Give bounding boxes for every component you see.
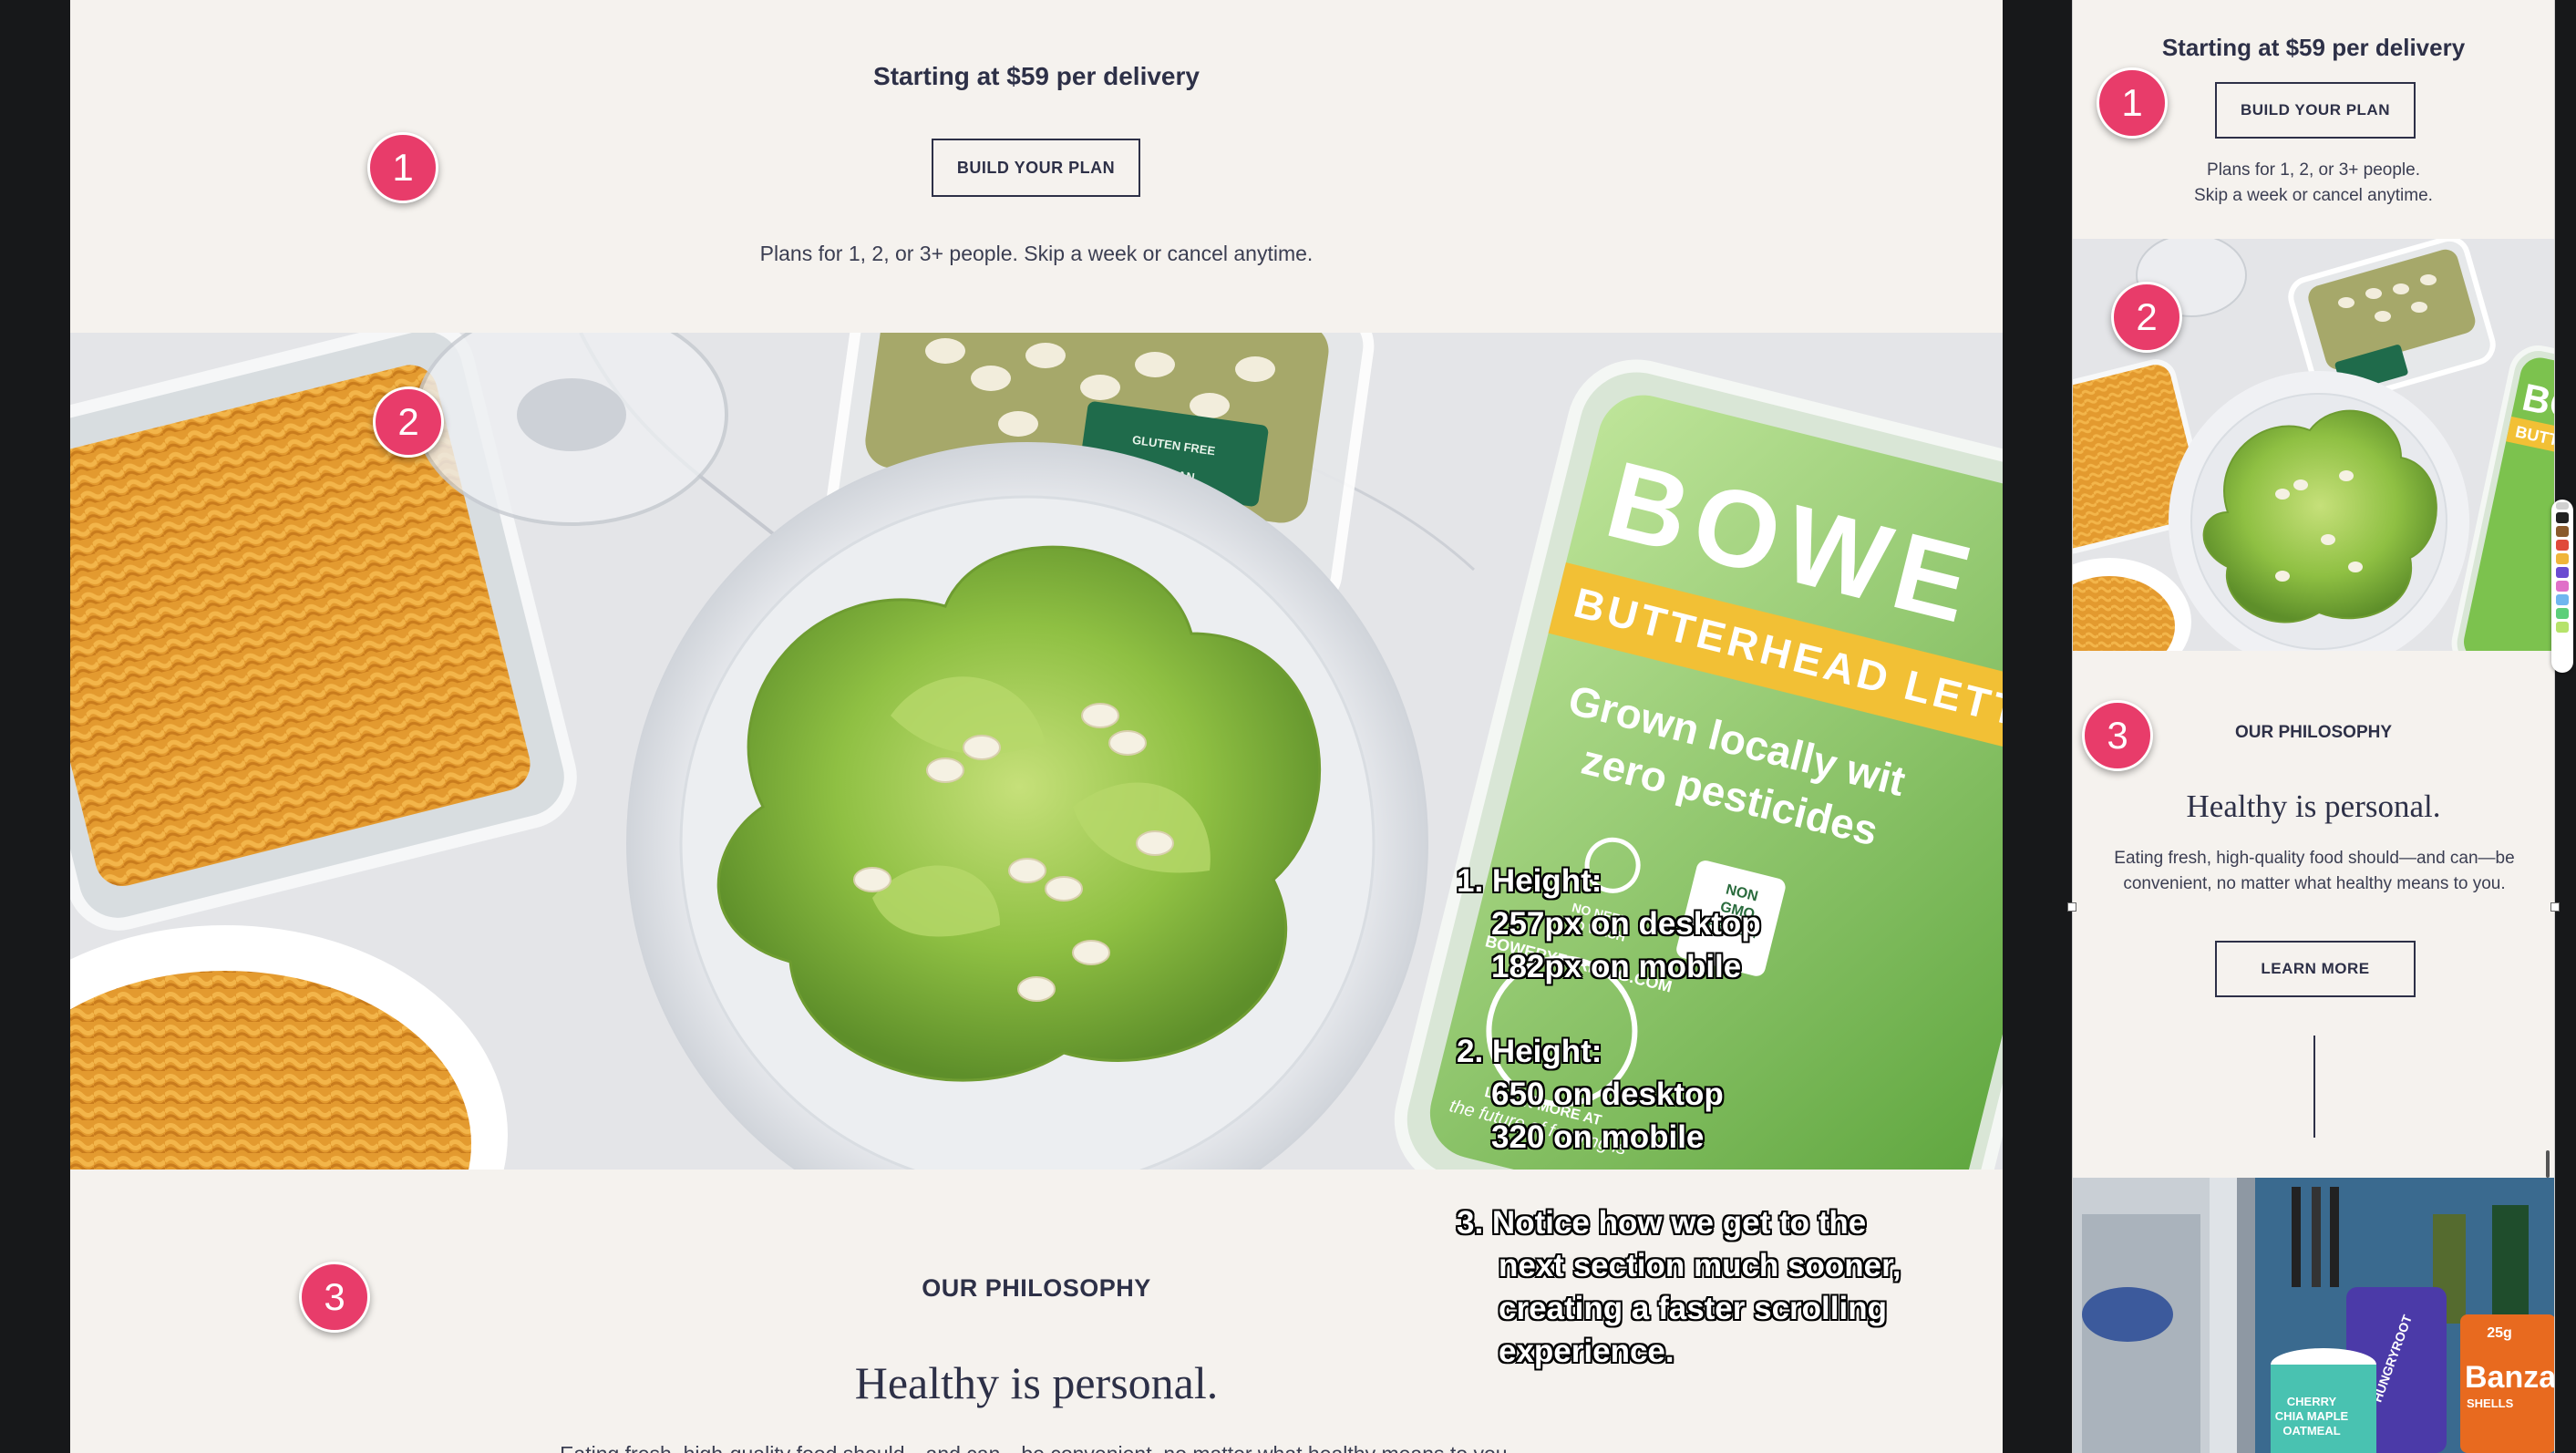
philosophy-body: Eating fresh, high-quality food should—a… (70, 1442, 2003, 1453)
mobile-photo-banza: Banza (2465, 1360, 2555, 1395)
mobile-plans-subtext: Plans for 1, 2, or 3+ people. Skip a wee… (2073, 158, 2554, 209)
mobile-photo-banza-sub: SHELLS (2467, 1396, 2514, 1410)
note-2-desktop: 650 on desktop (1491, 1077, 1724, 1112)
mobile-philosophy-headline: Healthy is personal. (2186, 788, 2441, 824)
price-heading: Starting at $59 per delivery (873, 62, 1200, 90)
note-1-mobile: 182px on mobile (1491, 949, 1742, 984)
build-your-plan-button[interactable]: BUILD YOUR PLAN (932, 139, 1140, 197)
mobile-build-your-plan-button[interactable]: BUILD YOUR PLAN (2215, 82, 2416, 139)
marker-3-desktop: 3 (299, 1262, 370, 1333)
marker-1-desktop: 1 (367, 132, 438, 203)
note-1-desktop: 257px on desktop (1491, 906, 1761, 942)
note-3-line-2: next section much sooner, (1499, 1248, 1901, 1283)
mobile-photo-cup-text-2: CHIA MAPLE (2275, 1409, 2349, 1423)
resize-handle-left[interactable] (2067, 902, 2076, 912)
mobile-photo-badge: 25g (2487, 1325, 2512, 1341)
marker-2-desktop: 2 (373, 386, 444, 458)
note-1-title: 1. Height: (1457, 863, 1602, 899)
plans-subtext: Plans for 1, 2, or 3+ people. Skip a wee… (759, 242, 1314, 265)
note-2-title: 2. Height: (1457, 1034, 1602, 1069)
marker-3-mobile: 3 (2082, 700, 2153, 771)
mobile-price-heading: Starting at $59 per delivery (2161, 34, 2466, 61)
mobile-photo-cup-text-1: CHERRY (2287, 1395, 2337, 1408)
note-2-mobile: 320 on mobile (1491, 1119, 1705, 1155)
mobile-plans-line-2: Skip a week or cancel anytime. (2194, 186, 2433, 205)
annotation-note-2: 2. Height: 650 on desktop 320 on mobile (1457, 1030, 1724, 1159)
mobile-scrollbar[interactable] (2546, 1150, 2550, 1178)
marker-1-mobile: 1 (2097, 67, 2168, 139)
mobile-vertical-divider (2313, 1036, 2315, 1138)
annotation-note-3: 3. Notice how we get to the next section… (1457, 1201, 1901, 1373)
note-3-line-3: creating a faster scrolling (1499, 1291, 1887, 1326)
note-3-line-4: experience. (1499, 1334, 1674, 1369)
resize-handle-right[interactable] (2550, 902, 2560, 912)
mobile-philosophy-body: Eating fresh, high-quality food should—a… (2114, 849, 2515, 893)
color-palette-widget[interactable] (2551, 500, 2573, 673)
note-3-line-1: 3. Notice how we get to the (1457, 1205, 1867, 1241)
annotation-note-1: 1. Height: 257px on desktop 182px on mob… (1457, 860, 1761, 988)
mobile-fridge-illustration: HUNGRYROOT CHERRY CHIA MAPLE OATMEAL 25g… (2073, 1178, 2555, 1453)
mobile-fridge-photo: HUNGRYROOT CHERRY CHIA MAPLE OATMEAL 25g… (2073, 1178, 2555, 1453)
learn-more-button[interactable]: LEARN MORE (2215, 941, 2416, 997)
mobile-plans-line-1: Plans for 1, 2, or 3+ people. (2207, 160, 2420, 180)
marker-2-mobile: 2 (2111, 282, 2182, 353)
mobile-photo-cup-text-3: OATMEAL (2282, 1424, 2340, 1438)
